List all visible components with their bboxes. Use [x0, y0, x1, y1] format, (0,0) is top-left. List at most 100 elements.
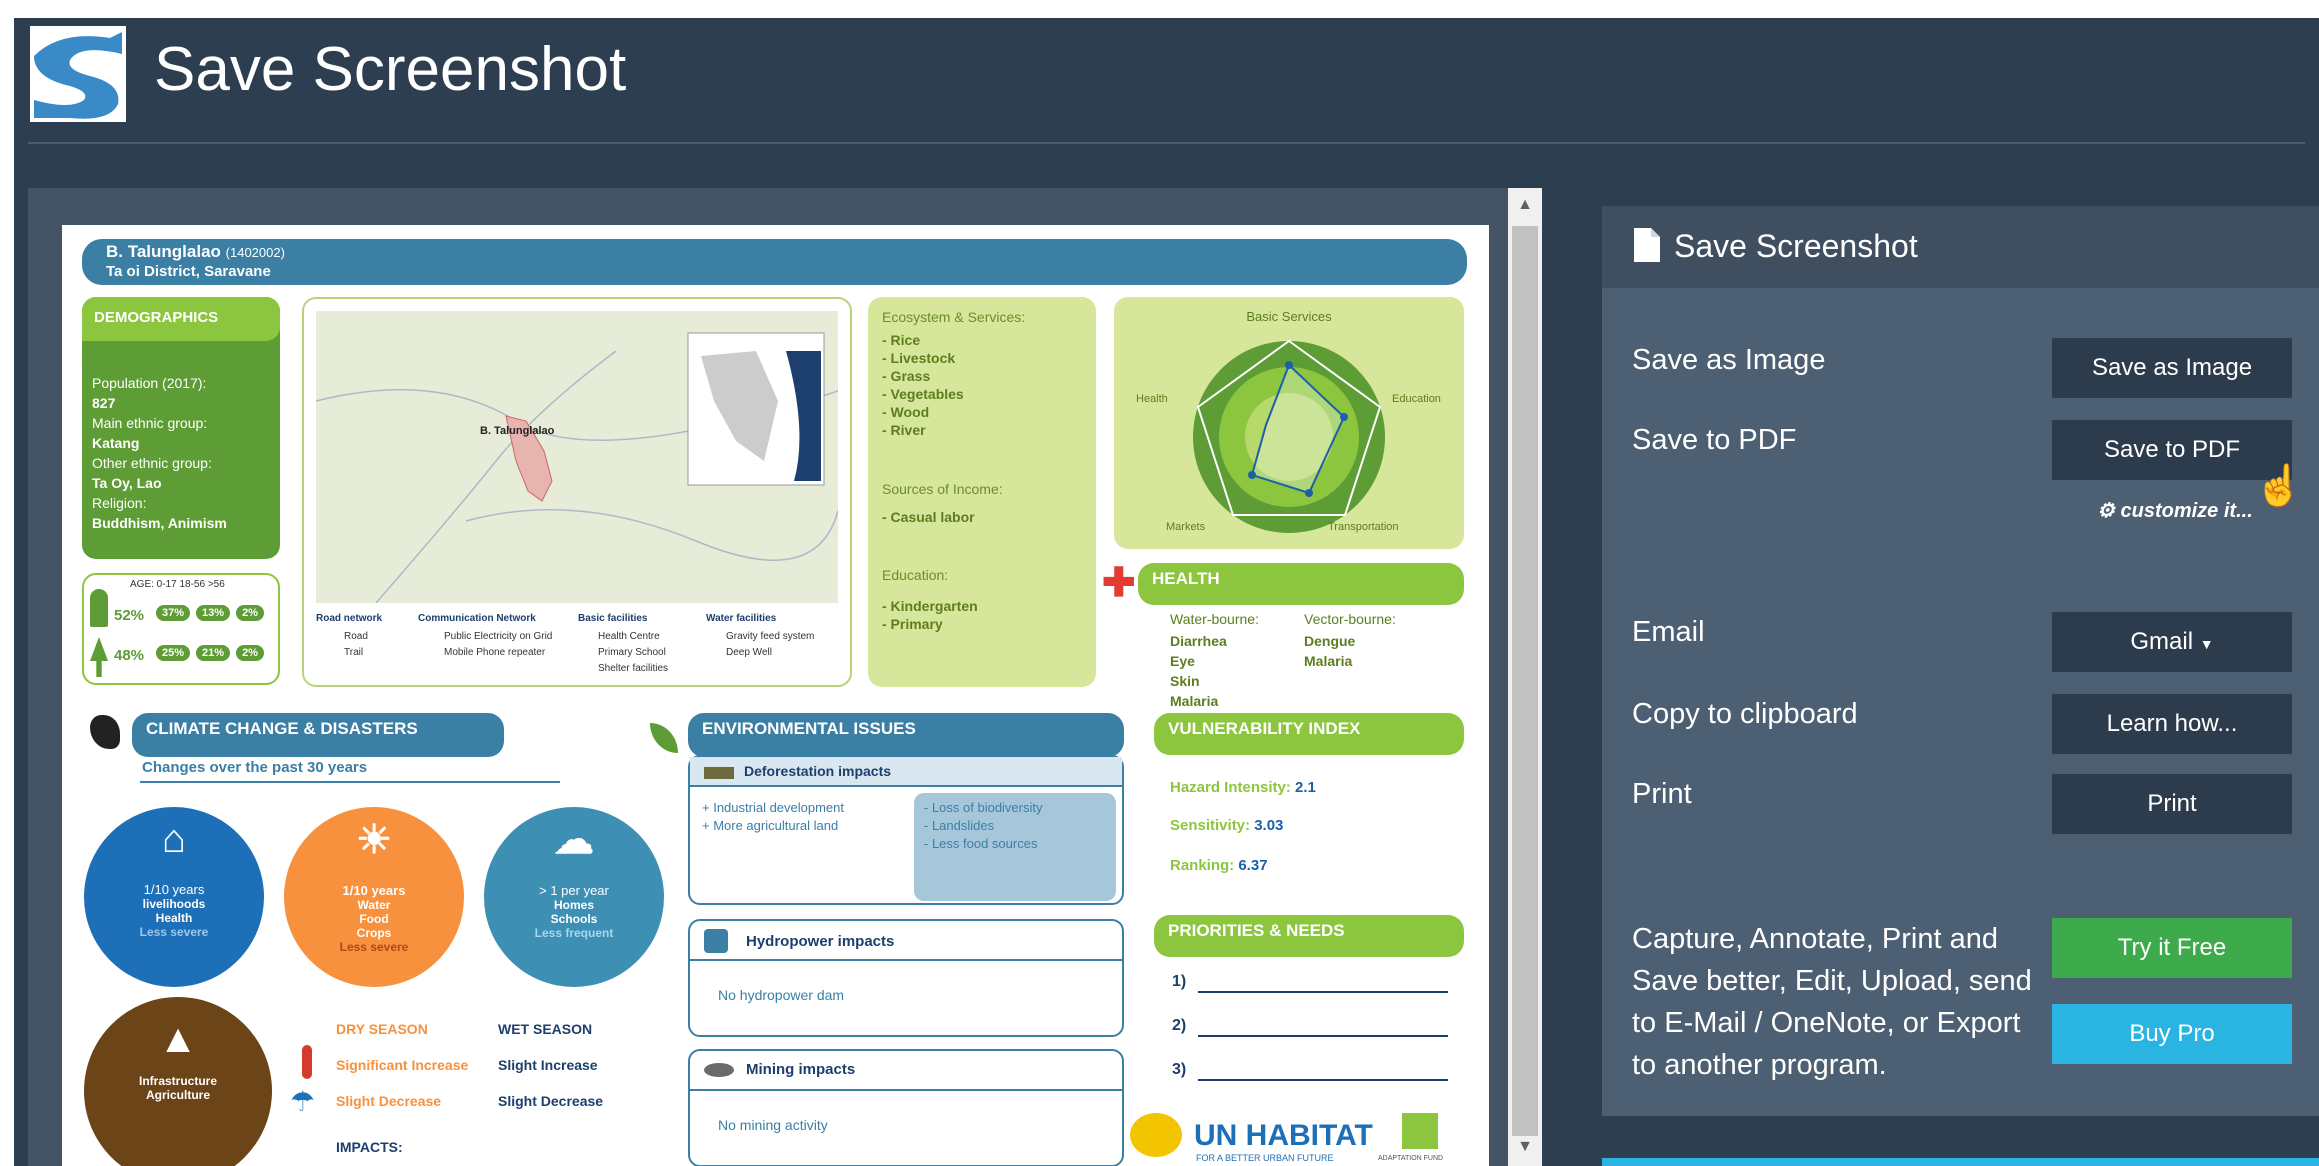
wet-season: WET SEASON — [498, 1021, 593, 1037]
preview-scrollbar[interactable]: ▲ ▼ — [1508, 188, 1542, 1166]
rain-icon: ☂ — [290, 1086, 316, 1117]
ranking-row: Ranking: 6.37 — [1170, 857, 1268, 874]
dry-rain: Slight Decrease — [336, 1093, 442, 1109]
map-place-label: B. Talunglalao — [480, 425, 555, 437]
priority-line — [1198, 1079, 1448, 1081]
print-label: Print — [1632, 778, 1692, 810]
hazard-row: Hazard Intensity: 2.1 — [1170, 779, 1316, 796]
save-image-label: Save as Image — [1632, 344, 1826, 376]
male-val: 13% — [196, 605, 231, 621]
tornado-icon — [90, 715, 120, 749]
legend-health: Health Centre — [598, 631, 660, 642]
legend-road: Road — [344, 631, 368, 642]
landslide-icon: ▲ — [158, 1017, 198, 1061]
impacts-label: IMPACTS: — [336, 1139, 403, 1155]
age-panel: AGE: 0-17 18-56 >56 52% 37% 13% 2% 48% 2… — [82, 573, 280, 685]
edu-list: - Kindergarten - Primary — [882, 598, 978, 632]
buy-pro-button[interactable]: Buy Pro — [2052, 1004, 2292, 1064]
priorities-title: PRIORITIES & NEEDS — [1168, 921, 1345, 940]
climate-header: CLIMATE CHANGE & DISASTERS — [132, 713, 504, 757]
gmail-dropdown-button[interactable]: Gmail ▼ — [2052, 612, 2292, 672]
female-icon — [90, 637, 108, 677]
document-icon — [1634, 228, 1660, 262]
pop-label: Population (2017): — [92, 375, 207, 391]
basic-services-panel: Basic Services Health Education Markets … — [1114, 297, 1464, 549]
female-age-values: 25% 21% 2% — [156, 645, 264, 661]
ecosystem-panel: Ecosystem & Services: - Rice - Livestock -… — [868, 297, 1096, 687]
adaptation-fund-label: ADAPTATION FUND — [1378, 1155, 1444, 1162]
climate-title: CLIMATE CHANGE & DISASTERS — [146, 719, 418, 738]
village-title-bar: B. Talunglalao (1402002) Ta oi District,… — [82, 239, 1467, 285]
priority-line — [1198, 1035, 1448, 1037]
defor-causes: + Industrial development + More agricultu… — [702, 800, 845, 833]
legend-water-title: Water facilities — [706, 613, 777, 624]
partner-logo — [1130, 1113, 1182, 1157]
priorities-header: PRIORITIES & NEEDS — [1154, 915, 1464, 957]
landslide-circle: ▲ Infrastructure Agriculture — [84, 997, 272, 1166]
health-title: HEALTH — [1152, 569, 1220, 588]
deforestation-box: Deforestation impacts + Industrial devel… — [688, 755, 1124, 905]
age-header: AGE: 0-17 18-56 >56 — [130, 579, 225, 590]
pop-value: 827 — [92, 395, 116, 411]
env-header: ENVIRONMENTAL ISSUES — [688, 713, 1124, 757]
female-val: 2% — [236, 645, 264, 661]
hydro-text: No hydropower dam — [718, 987, 845, 1003]
wet-temp: Slight Increase — [498, 1057, 598, 1073]
scroll-up-icon[interactable]: ▲ — [1508, 190, 1542, 220]
male-icon — [90, 589, 108, 627]
other-value: Ta Oy, Lao — [92, 475, 162, 491]
legend-well: Deep Well — [726, 647, 772, 658]
drought-icon: ☀ — [356, 818, 392, 862]
hand-cursor-icon: ☝ — [2254, 464, 2304, 508]
mining-text: No mining activity — [718, 1117, 828, 1133]
print-button[interactable]: Print — [2052, 774, 2292, 834]
try-it-free-button[interactable]: Try it Free — [2052, 918, 2292, 978]
storm-circle: ☁ > 1 per year Homes Schools Less frequen… — [484, 807, 664, 987]
ethnic-value: Katang — [92, 435, 140, 451]
gear-icon: ⚙ — [2097, 500, 2115, 522]
radar-transport: Transportation — [1328, 521, 1399, 533]
defor-title: Deforestation impacts — [744, 763, 892, 779]
save-as-image-button[interactable]: Save as Image — [2052, 338, 2292, 398]
radar-health: Health — [1136, 393, 1168, 405]
save-panel: Save Screenshot Save as Image Save as Im… — [1602, 206, 2319, 1116]
learn-how-button[interactable]: Learn how... — [2052, 694, 2292, 754]
eco-title: Ecosystem & Services: — [882, 309, 1026, 325]
app-title: Save Screenshot — [154, 35, 627, 104]
deforestation-icon — [704, 767, 734, 779]
income-item: - Casual labor — [882, 509, 975, 525]
customize-link[interactable]: ⚙ customize it... — [2097, 498, 2253, 523]
adaptation-fund-logo — [1402, 1113, 1438, 1149]
legend-comm-title: Communication Network — [418, 613, 536, 624]
env-title: ENVIRONMENTAL ISSUES — [702, 719, 916, 738]
vulnerability-title: VULNERABILITY INDEX — [1168, 719, 1361, 738]
radar-markets: Markets — [1166, 521, 1206, 533]
sensitivity-row: Sensitivity: 3.03 — [1170, 817, 1284, 834]
female-pct: 48% — [114, 647, 145, 664]
vector-list: Dengue Malaria — [1304, 633, 1356, 669]
eco-list: - Rice - Livestock - Grass - Vegetables - W… — [882, 332, 964, 438]
legend-basic-title: Basic facilities — [578, 613, 648, 624]
screenshot-preview[interactable]: B. Talunglalao (1402002) Ta oi District,… — [62, 225, 1489, 1166]
drought-circle: ☀ 1/10 years Water Food Crops Less severe — [284, 807, 464, 987]
app-logo — [30, 26, 126, 122]
male-age-values: 37% 13% 2% — [156, 605, 264, 621]
priority-item: 1) — [1172, 973, 1187, 990]
scroll-down-icon[interactable]: ▼ — [1508, 1132, 1542, 1162]
legend-electricity: Public Electricity on Grid — [444, 631, 553, 642]
legend-trail: Trail — [344, 647, 364, 658]
defor-effects: - Loss of biodiversity - Landslides - Less… — [914, 793, 1116, 901]
customize-label: customize it... — [2120, 500, 2253, 522]
demographics-panel: DEMOGRAPHICS Population (2017): 827 Main… — [82, 297, 280, 559]
legend-gravity: Gravity feed system — [726, 631, 815, 642]
wet-rain: Slight Decrease — [498, 1093, 604, 1109]
dry-season: DRY SEASON — [336, 1021, 428, 1037]
dry-temp: Significant Increase — [336, 1057, 469, 1073]
save-panel-title: Save Screenshot — [1674, 228, 1918, 264]
unhabitat-tagline: FOR A BETTER URBAN FUTURE — [1196, 1153, 1334, 1163]
scrollbar-thumb[interactable] — [1512, 226, 1538, 1136]
promo-text: Capture, Annotate, Print and Save better… — [1632, 923, 2032, 1081]
ethnic-label: Main ethnic group: — [92, 415, 208, 431]
vector-title: Vector-bourne: — [1304, 611, 1396, 627]
income-title: Sources of Income: — [882, 481, 1003, 497]
